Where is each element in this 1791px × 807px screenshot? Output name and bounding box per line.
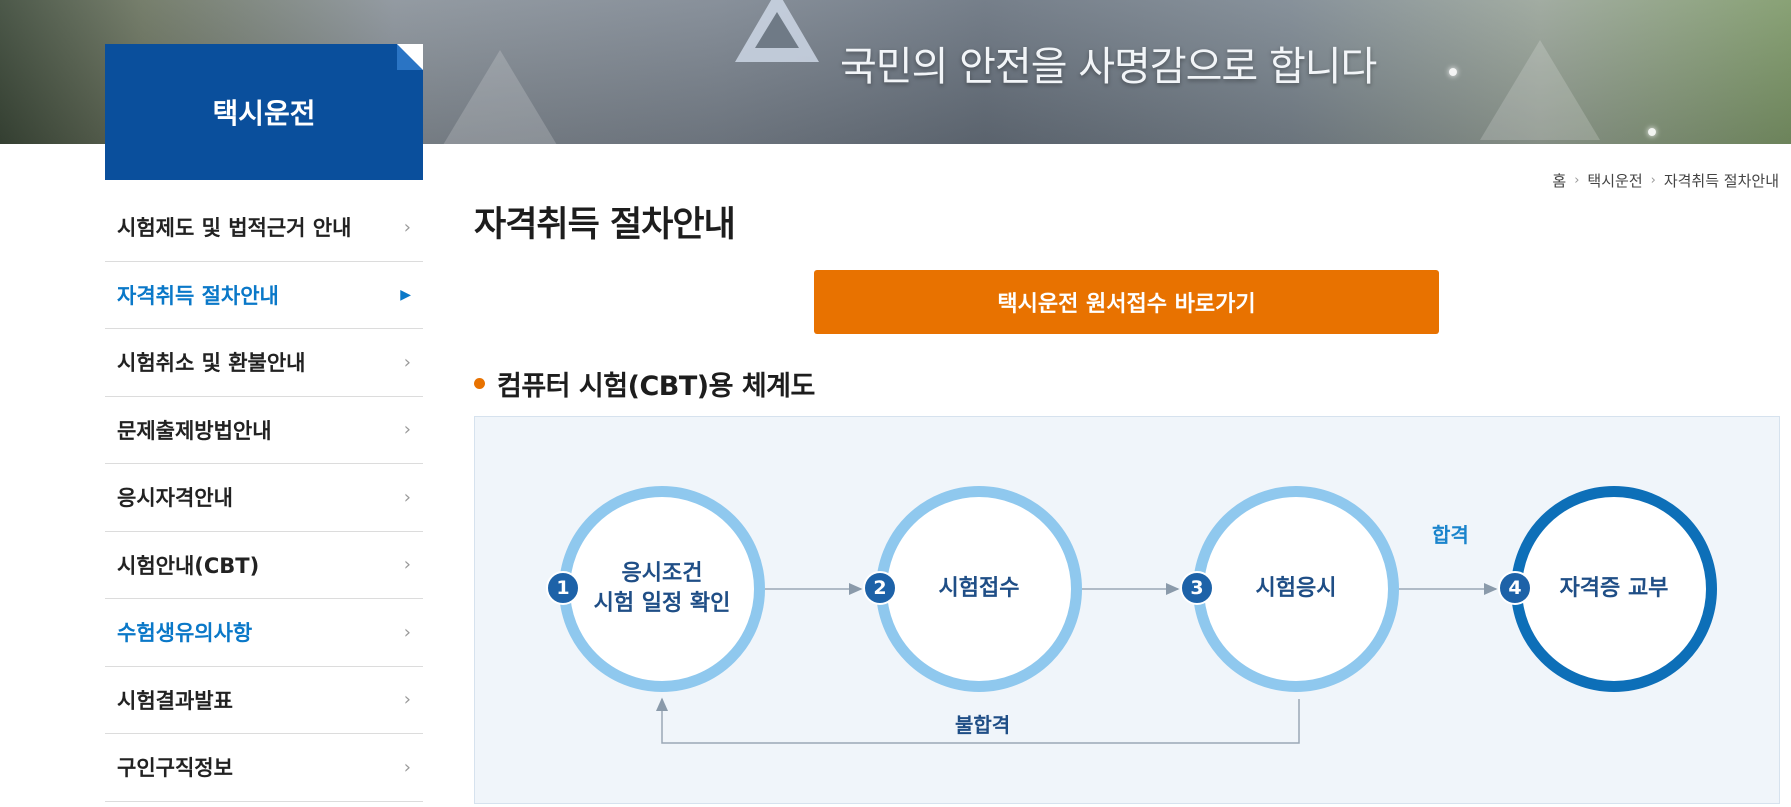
step-3-circle: 시험응시 — [1193, 486, 1399, 692]
chevron-right-icon: › — [403, 419, 411, 441]
sidebar-item-label: 자격취득 절차안내 — [117, 283, 279, 308]
step-1-circle: 응시조건 시험 일정 확인 — [559, 486, 765, 692]
step-1-line1: 응시조건 — [621, 561, 703, 587]
section-heading-text: 컴퓨터 시험(CBT)용 체계도 — [497, 371, 815, 402]
sidebar-item-label: 시험결과발표 — [117, 688, 233, 713]
sidebar-item-label: 시험안내(CBT) — [117, 553, 260, 578]
section-heading: 컴퓨터 시험(CBT)용 체계도 — [474, 364, 815, 403]
step-4-circle: 자격증 교부 — [1511, 486, 1717, 692]
sidebar-item-cancel-refund[interactable]: 시험취소 및 환불안내 › — [105, 329, 423, 397]
sidebar-item-exam-results[interactable]: 시험결과발표 › — [105, 667, 423, 734]
sidebar-item-exam-guide-cbt[interactable]: 시험안내(CBT) › — [105, 532, 423, 599]
sidebar-item-question-method[interactable]: 문제출제방법안내 › — [105, 397, 423, 464]
cbt-flow-diagram: 응시조건 시험 일정 확인 1 시험접수 2 시험응시 3 자격증 교부 4 합… — [474, 416, 1780, 804]
breadcrumb-home[interactable]: 홈 — [1552, 170, 1566, 191]
banner-light-dot — [1648, 128, 1656, 136]
breadcrumb-current: 자격취득 절차안내 — [1663, 172, 1779, 190]
sidebar-menu: 시험제도 및 법적근거 안내 › 자격취득 절차안내 ▶ 시험취소 및 환불안내… — [105, 194, 423, 802]
step-2-circle: 시험접수 — [876, 486, 1082, 692]
apply-shortcut-button[interactable]: 택시운전 원서접수 바로가기 — [814, 270, 1439, 334]
sidebar-item-job-info[interactable]: 구인구직정보 › — [105, 734, 423, 802]
step-3-line1: 시험응시 — [1255, 576, 1337, 602]
sidebar-item-label: 구인구직정보 — [117, 756, 233, 781]
sidebar-item-qualification-procedure[interactable]: 자격취득 절차안내 ▶ — [105, 262, 423, 329]
step-4-line1: 자격증 교부 — [1559, 576, 1669, 602]
sidebar-item-exam-system[interactable]: 시험제도 및 법적근거 안내 › — [105, 194, 423, 262]
sidebar-item-label: 시험취소 및 환불안내 — [117, 351, 306, 376]
breadcrumb: 홈 › 택시운전 › 자격취득 절차안내 — [1552, 170, 1779, 191]
step-1-number-badge: 1 — [546, 571, 580, 605]
banner-slogan: 국민의 안전을 사명감으로 합니다 — [840, 44, 1377, 90]
chevron-right-icon: › — [403, 689, 411, 711]
pass-label: 합격 — [1432, 523, 1469, 547]
chevron-right-icon: › — [403, 486, 411, 508]
banner-triangle-decoration — [440, 50, 560, 144]
sidebar-item-label: 문제출제방법안내 — [117, 418, 272, 443]
fail-label: 불합격 — [955, 713, 1011, 737]
caret-right-icon: ▶ — [400, 286, 411, 303]
banner-triangle-decoration — [1480, 40, 1600, 140]
breadcrumb-taxi[interactable]: 택시운전 — [1587, 170, 1642, 191]
sidebar-item-label: 시험제도 및 법적근거 안내 — [117, 216, 352, 241]
sidebar-title-fold-corner — [397, 44, 423, 70]
step-2-line1: 시험접수 — [938, 576, 1020, 602]
sidebar-item-label: 수험생유의사항 — [117, 621, 253, 646]
step-4-number-badge: 4 — [1498, 571, 1532, 605]
step-2-number-badge: 2 — [863, 571, 897, 605]
step-3-number-badge: 3 — [1180, 571, 1214, 605]
bullet-dot-icon — [474, 378, 485, 389]
page-title: 자격취득 절차안내 — [474, 205, 736, 245]
chevron-right-icon: › — [403, 216, 411, 238]
step-1-line2: 시험 일정 확인 — [593, 591, 731, 616]
sidebar-title-text: 택시운전 — [212, 97, 316, 130]
sidebar-item-examinee-notes[interactable]: 수험생유의사항 › — [105, 599, 423, 667]
sidebar-item-eligibility[interactable]: 응시자격안내 › — [105, 464, 423, 532]
banner-light-dot — [1449, 68, 1457, 76]
chevron-right-icon: › — [403, 351, 411, 373]
sidebar-item-label: 응시자격안내 — [117, 486, 233, 511]
banner-logo-triangle-inner — [755, 12, 799, 48]
breadcrumb-separator-icon: › — [1574, 173, 1580, 188]
breadcrumb-separator-icon: › — [1650, 173, 1656, 188]
sidebar-title: 택시운전 — [105, 44, 423, 180]
chevron-right-icon: › — [403, 554, 411, 576]
chevron-right-icon: › — [403, 621, 411, 643]
chevron-right-icon: › — [403, 756, 411, 778]
